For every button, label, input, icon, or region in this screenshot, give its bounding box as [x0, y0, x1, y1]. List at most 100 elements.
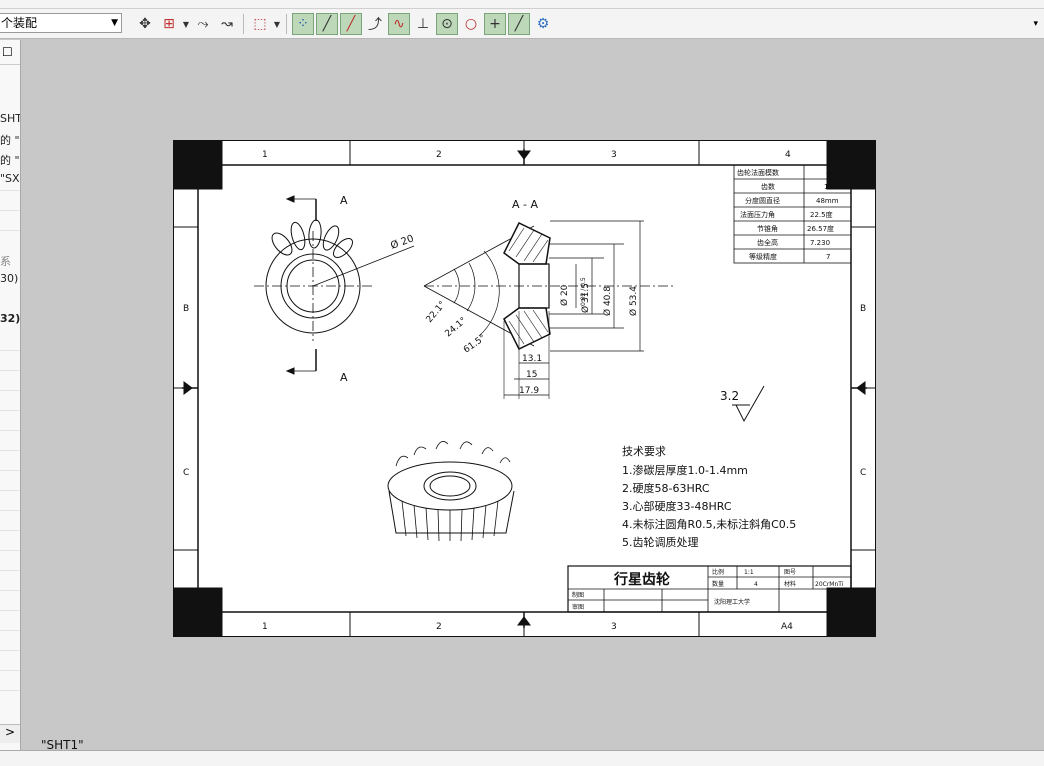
param-value: 4: [826, 169, 831, 177]
roughness-value: 3.2: [720, 389, 739, 403]
chevron-down-icon[interactable]: ▼: [111, 14, 118, 32]
note-line: 4.未标注圆角R0.5,未标注斜角C0.5: [622, 517, 796, 531]
curve-icon[interactable]: ⤴: [364, 13, 386, 35]
navigator-line[interactable]: SHT: [0, 112, 20, 125]
navigator-line[interactable]: 32): [0, 312, 20, 325]
zone-label: B: [860, 304, 866, 314]
reviewer-label: 审图: [572, 603, 584, 611]
drawing-canvas: 1 2 3 4 1 2 3 A4 B C B C A A A - A Ø 20 …: [173, 140, 876, 637]
status-bar: [0, 750, 1044, 766]
tangent-icon[interactable]: ╱: [508, 13, 530, 35]
assembly-filter-value: 个装配: [1, 16, 38, 30]
navigator-line[interactable]: 系: [0, 253, 20, 269]
plus-icon[interactable]: +: [484, 13, 506, 35]
qty-value: 4: [754, 581, 758, 588]
angle-label: 22.1°: [425, 300, 448, 325]
param-label: 齿数: [761, 182, 775, 191]
note-line: 2.硬度58-63HRC: [622, 481, 710, 495]
dropdown-icon[interactable]: ▼: [182, 13, 190, 35]
navigator-line[interactable]: 30): [0, 272, 20, 285]
dimension-label: Ø 20: [389, 232, 415, 251]
zone-label: 2: [436, 622, 442, 632]
intersection-icon[interactable]: ⊥: [412, 13, 434, 35]
navigator-line[interactable]: 的 ": [0, 152, 20, 168]
row-divider: [0, 470, 20, 471]
gear-isometric-view: [387, 441, 515, 542]
param-label: 等级精度: [749, 252, 777, 261]
param-value: 7.230: [810, 239, 830, 247]
toolbar-overflow-icon[interactable]: ▾: [1033, 19, 1038, 29]
title-block: [567, 565, 852, 613]
expand-panel-button[interactable]: >: [0, 724, 20, 743]
dimension-label: 13.1: [522, 354, 542, 364]
snap-icon[interactable]: ✥: [134, 13, 156, 35]
drawing-sheet[interactable]: 1 2 3 4 1 2 3 A4 B C B C A A A - A Ø 20 …: [173, 140, 876, 637]
param-label: 齿轮法面模数: [737, 168, 779, 177]
param-label: 齿全高: [757, 238, 778, 247]
circle-icon[interactable]: ○: [460, 13, 482, 35]
zone-label: 3: [611, 622, 617, 632]
note-line: 5.齿轮调质处理: [622, 535, 699, 549]
sketch-toolbar: 个装配 ▼ ✥ ⊞ ▼ ⤳ ↝ ⬚ ▼ ⁘ ╱ ╱ ⤴ ∿ ⊥ ⊙ ○ + ╱ …: [0, 9, 1044, 39]
dimension-label: Ø 53.4: [628, 286, 639, 316]
zone-label: B: [183, 304, 189, 314]
row-divider: [0, 450, 20, 451]
add-icon[interactable]: ⊞: [158, 13, 180, 35]
row-divider: [0, 610, 20, 611]
trim-icon[interactable]: ⤳: [192, 13, 214, 35]
panel-header: ☐: [0, 40, 20, 65]
note-line: 3.心部硬度33-48HRC: [622, 499, 732, 513]
row-divider: [0, 350, 20, 351]
section-label: A: [340, 371, 348, 384]
angle-label: 61.5°: [462, 333, 488, 355]
zone-label: 3: [611, 150, 617, 160]
row-divider: [0, 690, 20, 691]
designer-label: 制图: [572, 591, 584, 599]
row-divider: [0, 550, 20, 551]
param-value: 12: [824, 183, 833, 191]
assembly-filter-dropdown[interactable]: 个装配 ▼: [0, 13, 122, 33]
row-divider: [0, 410, 20, 411]
corner-block: [173, 140, 223, 190]
qty-label: 数量: [712, 580, 724, 588]
row-divider: [0, 650, 20, 651]
zone-label: 4: [785, 150, 791, 160]
dropdown-icon[interactable]: ▼: [273, 13, 281, 35]
line2-icon[interactable]: ╱: [340, 13, 362, 35]
param-label: 分度圆直径: [745, 196, 780, 205]
zone-label: C: [183, 468, 189, 478]
center-icon[interactable]: ⊙: [436, 13, 458, 35]
select-box-icon[interactable]: ⬚: [249, 13, 271, 35]
zone-label: 2: [436, 150, 442, 160]
part-name: 行星齿轮: [613, 571, 670, 588]
param-value: 48mm: [816, 197, 839, 205]
param-value: 26.57度: [807, 224, 834, 233]
note-line: 1.渗碳层厚度1.0-1.4mm: [622, 463, 748, 477]
navigator-line[interactable]: "SX: [0, 172, 20, 185]
gear-front-view: [254, 219, 415, 341]
zone-label: 1: [262, 622, 268, 632]
part-navigator-panel: ☐ SHT 的 " 的 " "SX 系 30) 32) >: [0, 40, 21, 750]
angle-label: 24.1°: [444, 316, 469, 339]
zone-label: A4: [781, 622, 793, 632]
material-value: 20CrMnTi: [815, 581, 844, 588]
corner-block: [173, 587, 223, 637]
material-label: 材料: [784, 580, 796, 588]
point-icon[interactable]: ⁘: [292, 13, 314, 35]
row-divider: [0, 190, 20, 191]
zone-label: 1: [262, 150, 268, 160]
dimension-label: Ø 31.5: [580, 283, 591, 313]
organization-label: 沈阳理工大学: [714, 598, 750, 606]
extend-icon[interactable]: ↝: [216, 13, 238, 35]
constraint-icon[interactable]: ∿: [388, 13, 410, 35]
zone-label: C: [860, 468, 866, 478]
window-top-strip: [0, 0, 1044, 9]
maximize-icon[interactable]: ☐: [2, 45, 13, 59]
section-label: A: [340, 194, 348, 207]
line-icon[interactable]: ╱: [316, 13, 338, 35]
settings-icon[interactable]: ⚙: [532, 13, 554, 35]
navigator-line[interactable]: 的 ": [0, 132, 20, 148]
row-divider: [0, 430, 20, 431]
param-label: 节锥角: [757, 224, 778, 233]
param-value: 22.5度: [810, 210, 833, 219]
